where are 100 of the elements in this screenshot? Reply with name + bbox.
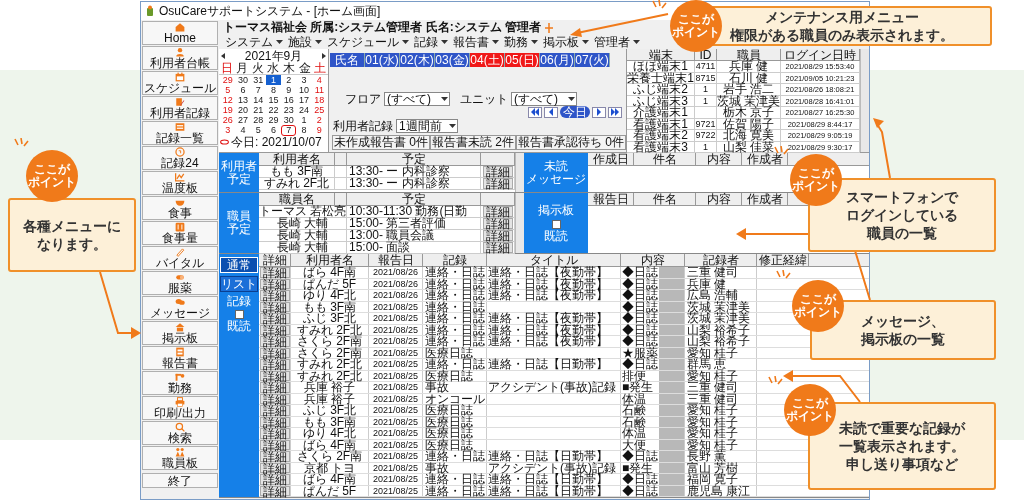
calendar-day[interactable]: 31 [250,75,266,85]
calendar-day[interactable]: 2 [281,75,297,85]
nav-button[interactable] [528,106,542,118]
report-button[interactable]: 報告書未読 2件 [429,134,516,150]
calendar-day[interactable]: 14 [250,95,266,105]
sidebar-button[interactable]: スケジュール [142,71,218,95]
detail-button[interactable]: 詳細 [259,416,290,427]
checkbox[interactable] [234,310,244,319]
detail-button[interactable]: 詳細 [259,462,290,473]
scrollbar[interactable] [860,49,869,152]
calendar-day[interactable]: 8 [296,125,312,136]
view-tab[interactable]: 通常 [220,257,258,273]
nav-button[interactable] [592,106,606,118]
calendar-day[interactable]: 7 [281,125,297,136]
calendar-day[interactable]: 1 [296,115,312,125]
detail-button[interactable]: 詳細 [482,242,513,253]
detail-button[interactable]: 詳細 [259,336,290,347]
detail-button[interactable]: 詳細 [259,405,290,416]
calendar-day[interactable]: 26 [220,115,236,125]
detail-button[interactable]: 詳細 [482,230,513,241]
calendar-day[interactable]: 12 [220,95,236,105]
calendar-day[interactable]: 3 [220,125,236,136]
calendar-day[interactable]: 17 [296,95,312,105]
calendar-day[interactable]: 24 [296,105,312,115]
calendar-day[interactable]: 23 [281,105,297,115]
calendar-day[interactable]: 8 [265,85,282,95]
detail-button[interactable]: 詳細 [259,347,290,358]
today-button[interactable]: 今日 [560,106,590,118]
sidebar-button[interactable]: 利用者台帳 [142,46,218,70]
sidebar-button[interactable]: 掲示板 [142,321,218,345]
menu-item[interactable]: 報告書 [453,36,499,48]
calendar-day[interactable]: 30 [235,75,251,85]
dropdown-field[interactable]: 1週間前 [396,118,458,133]
calendar-day[interactable]: 2 [311,115,327,125]
detail-button[interactable]: 詳細 [259,267,290,278]
sidebar-button[interactable]: 利用者記録 [142,96,218,120]
sidebar-button[interactable]: 記録24 [142,146,218,170]
calendar-day[interactable]: 6 [265,125,282,136]
report-button[interactable]: 報告書承認待ち 0件 [516,134,626,150]
calendar-day[interactable]: 22 [265,105,282,115]
menu-item[interactable]: システム [225,36,283,48]
calendar-day[interactable]: 10 [296,85,312,95]
exit-button[interactable]: 終了 [142,473,218,488]
calendar-day[interactable]: 5 [220,85,236,95]
detail-button[interactable]: 詳細 [259,290,290,301]
calendar-day[interactable]: 11 [311,85,327,95]
detail-button[interactable]: 詳細 [259,485,290,496]
calendar-day[interactable]: 29 [220,75,236,85]
menu-item[interactable]: 記録 [414,36,448,48]
calendar-day[interactable]: 30 [281,115,297,125]
dropdown-field[interactable]: (すべて) [384,91,450,106]
calendar-day[interactable]: 1 [265,75,282,85]
sidebar-button[interactable]: 温度板 [142,171,218,195]
sidebar-button[interactable]: 職員板 [142,446,218,470]
calendar-day[interactable]: 7 [250,85,266,95]
detail-button[interactable]: 詳細 [482,218,513,229]
sidebar-button[interactable]: 印刷/出力 [142,396,218,420]
calendar-day[interactable]: 3 [296,75,312,85]
calendar-day[interactable]: 4 [235,125,251,136]
menu-item[interactable]: スケジュール [327,36,409,48]
sidebar-button[interactable]: 食事 [142,196,218,220]
sidebar-button[interactable]: 報告書 [142,346,218,370]
dropdown-field[interactable]: (すべて) [511,91,577,106]
detail-button[interactable]: 詳細 [259,428,290,439]
detail-button[interactable]: 詳細 [259,382,290,393]
menu-item[interactable]: 施設 [288,36,322,48]
calendar-day[interactable]: 4 [311,75,327,85]
menu-item[interactable]: 勤務 [504,36,538,48]
checkbox[interactable] [551,220,561,229]
detail-button[interactable]: 詳細 [259,451,290,462]
menu-item[interactable]: 掲示板 [543,36,589,48]
calendar-day[interactable]: 9 [311,125,327,136]
calendar-day[interactable]: 18 [311,95,327,105]
sidebar-button[interactable]: 検索 [142,421,218,445]
sidebar-button[interactable]: 食事量 [142,221,218,245]
calendar-day[interactable]: 25 [311,105,327,115]
sidebar-button[interactable]: Home [142,21,218,45]
calendar-day[interactable]: 28 [250,115,266,125]
detail-button[interactable]: 詳細 [482,166,513,177]
sidebar-button[interactable]: 記録一覧 [142,121,218,145]
calendar-day[interactable]: 21 [250,105,266,115]
detail-button[interactable]: 詳細 [259,393,290,404]
calendar-day[interactable]: 13 [235,95,251,105]
calendar-day[interactable]: 15 [265,95,282,105]
scrollbar[interactable] [515,153,524,192]
detail-button[interactable]: 詳細 [259,359,290,370]
detail-button[interactable]: 詳細 [259,313,290,324]
detail-button[interactable]: 詳細 [259,370,290,381]
sidebar-button[interactable]: バイタル [142,246,218,270]
detail-button[interactable]: 詳細 [259,474,290,485]
nav-button[interactable] [608,106,622,118]
detail-button[interactable]: 詳細 [259,278,290,289]
calendar-day[interactable]: 29 [265,115,282,125]
calendar-day[interactable]: 9 [281,85,297,95]
sidebar-button[interactable]: メッセージ [142,296,218,320]
calendar-day[interactable]: 27 [235,115,251,125]
detail-button[interactable]: 詳細 [259,301,290,312]
sidebar-button[interactable]: 服薬 [142,271,218,295]
view-tab[interactable]: リスト [220,276,258,292]
calendar-day[interactable]: 19 [220,105,236,115]
